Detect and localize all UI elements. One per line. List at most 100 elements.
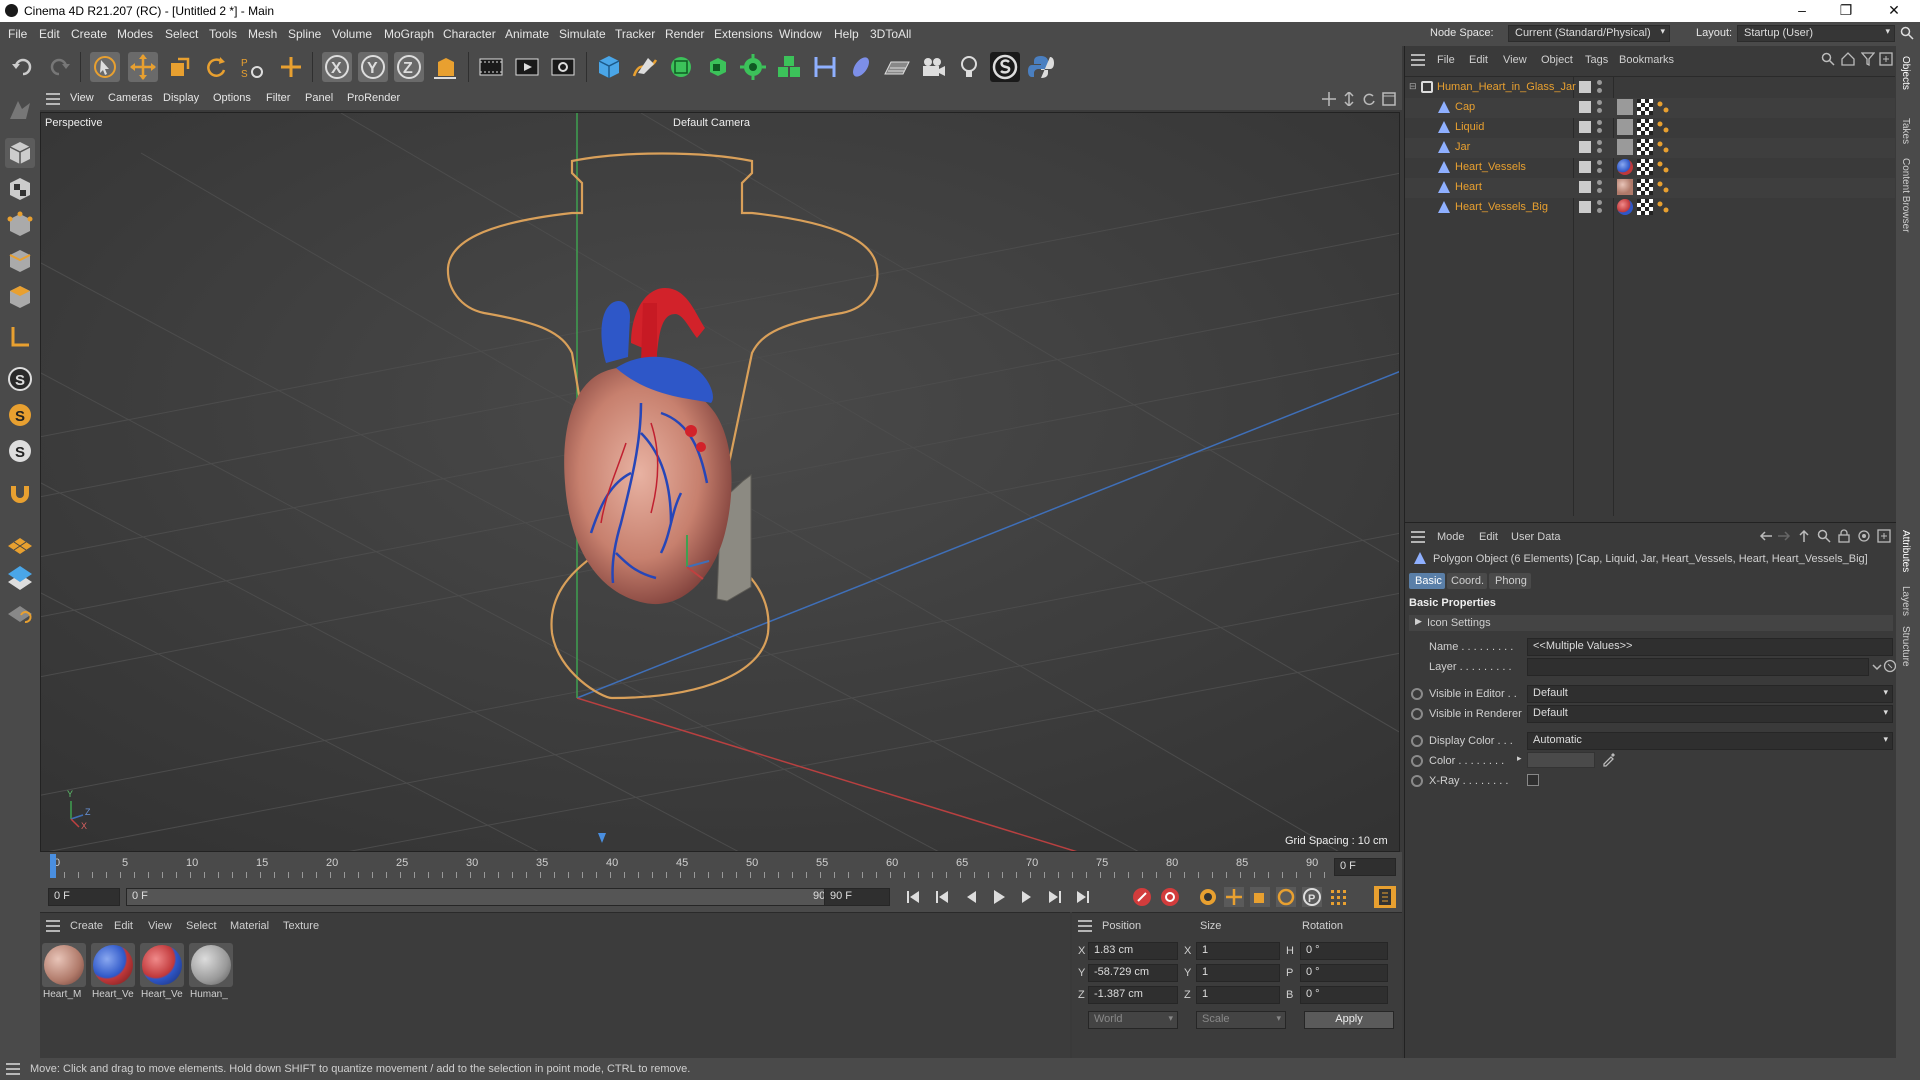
size-x-field[interactable]: 1	[1196, 942, 1280, 960]
snap-s-orange-icon[interactable]: S	[5, 400, 35, 430]
position-x-field[interactable]: 1.83 cm	[1088, 942, 1178, 960]
layer-check-icon[interactable]	[1579, 201, 1591, 213]
layer-check-icon[interactable]	[1579, 81, 1591, 93]
object-name[interactable]: Heart_Vessels_Big	[1455, 201, 1548, 213]
python-icon[interactable]	[1026, 52, 1056, 82]
material-swatch[interactable]	[189, 943, 233, 987]
layer-link-icon[interactable]	[1883, 659, 1897, 673]
rotation-b-field[interactable]: 0 °	[1300, 986, 1388, 1004]
material-tag-icon[interactable]	[1617, 199, 1633, 215]
render-visibility-icon[interactable]	[1597, 188, 1602, 193]
menu-simulate[interactable]: Simulate	[559, 27, 606, 41]
xray-checkbox[interactable]	[1527, 774, 1539, 786]
home-icon[interactable]	[1841, 52, 1855, 66]
layout-dropdown[interactable]: Startup (User) ▾	[1737, 25, 1895, 42]
hamburger-menu-icon[interactable]	[46, 920, 60, 932]
animate-radio[interactable]	[1411, 755, 1423, 767]
deformer-bend-icon[interactable]	[810, 52, 840, 82]
z-axis-lock-icon[interactable]: Z	[394, 52, 424, 82]
keyframe-selection-icon[interactable]	[1198, 887, 1218, 907]
editor-visibility-icon[interactable]	[1597, 100, 1602, 105]
model-mode-icon[interactable]	[5, 138, 35, 168]
object-name[interactable]: Heart_Vessels	[1455, 161, 1526, 173]
search-icon[interactable]	[1900, 26, 1914, 40]
grid-plane-rotate-icon[interactable]	[5, 598, 35, 628]
menu-help[interactable]: Help	[834, 27, 859, 41]
menu-modes[interactable]: Modes	[117, 27, 153, 41]
tab-objects[interactable]: Objects	[1900, 56, 1911, 90]
material-tag-icon[interactable]	[1617, 179, 1633, 195]
point-mode-icon[interactable]	[5, 210, 35, 240]
end-frame-field[interactable]: 90 F	[824, 888, 890, 906]
magnet-icon[interactable]	[5, 480, 35, 510]
tab-basic[interactable]: Basic	[1409, 573, 1445, 589]
floor-environment-icon[interactable]	[882, 52, 912, 82]
display-color-dropdown[interactable]: Automatic ▾	[1527, 732, 1893, 750]
object-name[interactable]: Liquid	[1455, 121, 1484, 133]
chevron-down-icon[interactable]	[1871, 660, 1883, 674]
apply-button[interactable]: Apply	[1304, 1011, 1394, 1029]
render-to-picture-viewer-icon[interactable]	[512, 52, 542, 82]
collapse-toggle-icon[interactable]: ⊟	[1409, 81, 1417, 92]
back-arrow-icon[interactable]	[1759, 529, 1773, 543]
object-menu-edit[interactable]: Edit	[1469, 54, 1488, 66]
viewport-pan-icon[interactable]	[1322, 92, 1336, 106]
menu-create[interactable]: Create	[71, 27, 107, 41]
phong-tag-icon[interactable]	[1657, 121, 1669, 133]
snap-s-white-icon[interactable]: S	[5, 436, 35, 466]
viewport-menu-cameras[interactable]: Cameras	[108, 92, 153, 104]
name-field[interactable]: <<Multiple Values>>	[1527, 638, 1893, 656]
minimize-button[interactable]: –	[1780, 2, 1824, 20]
visible-editor-dropdown[interactable]: Default ▾	[1527, 685, 1893, 703]
animate-radio[interactable]	[1411, 708, 1423, 720]
expand-arrow-icon[interactable]: ▸	[1517, 753, 1522, 764]
menu-extensions[interactable]: Extensions	[714, 27, 773, 41]
animate-radio[interactable]	[1411, 735, 1423, 747]
material-menu-texture[interactable]: Texture	[283, 920, 319, 932]
go-to-start-icon[interactable]	[904, 888, 922, 906]
editor-visibility-icon[interactable]	[1597, 80, 1602, 85]
menu-character[interactable]: Character	[443, 27, 496, 41]
plugin-s-icon[interactable]	[990, 52, 1020, 82]
next-frame-icon[interactable]	[1018, 888, 1036, 906]
phong-tag-icon[interactable]	[1657, 101, 1669, 113]
viewport-menu-panel[interactable]: Panel	[305, 92, 333, 104]
editor-visibility-icon[interactable]	[1597, 200, 1602, 205]
hamburger-menu-icon[interactable]	[46, 93, 60, 105]
coordinate-system-icon[interactable]	[430, 52, 460, 82]
texture-tag-icon[interactable]	[1637, 159, 1653, 175]
object-menu-tags[interactable]: Tags	[1585, 54, 1608, 66]
material-tag-icon[interactable]	[1617, 99, 1633, 115]
viewport-menu-options[interactable]: Options	[213, 92, 251, 104]
node-space-dropdown[interactable]: Current (Standard/Physical) ▾	[1508, 25, 1670, 42]
render-view-icon[interactable]	[476, 52, 506, 82]
phong-tag-icon[interactable]	[1657, 161, 1669, 173]
material-swatch[interactable]	[91, 943, 135, 987]
editor-visibility-icon[interactable]	[1597, 120, 1602, 125]
editor-visibility-icon[interactable]	[1597, 180, 1602, 185]
menu-mograph[interactable]: MoGraph	[384, 27, 434, 41]
material-swatch[interactable]	[42, 943, 86, 987]
rotation-key-icon[interactable]	[1276, 887, 1296, 907]
play-icon[interactable]	[990, 888, 1008, 906]
editor-visibility-icon[interactable]	[1597, 140, 1602, 145]
hamburger-menu-icon[interactable]	[1411, 531, 1425, 543]
object-name[interactable]: Heart	[1455, 181, 1482, 193]
record-active-objects-icon[interactable]	[1132, 887, 1152, 907]
field-icon[interactable]	[846, 52, 876, 82]
mograph-cubes-icon[interactable]	[774, 52, 804, 82]
object-row[interactable]: Cap	[1405, 98, 1895, 118]
viewport-menu-prorender[interactable]: ProRender	[347, 92, 400, 104]
attribute-menu-edit[interactable]: Edit	[1479, 531, 1498, 543]
hamburger-menu-icon[interactable]	[6, 1063, 20, 1075]
light-icon[interactable]	[954, 52, 984, 82]
previous-frame-icon[interactable]	[962, 888, 980, 906]
menu-select[interactable]: Select	[165, 27, 198, 41]
object-name[interactable]: Jar	[1455, 141, 1470, 153]
size-mode-dropdown[interactable]: Scale ▾	[1196, 1011, 1286, 1029]
lock-icon[interactable]	[1837, 529, 1851, 543]
next-key-icon[interactable]	[1046, 888, 1064, 906]
menu-file[interactable]: File	[8, 27, 27, 41]
menu-window[interactable]: Window	[779, 27, 822, 41]
tab-coord[interactable]: Coord.	[1447, 573, 1487, 589]
